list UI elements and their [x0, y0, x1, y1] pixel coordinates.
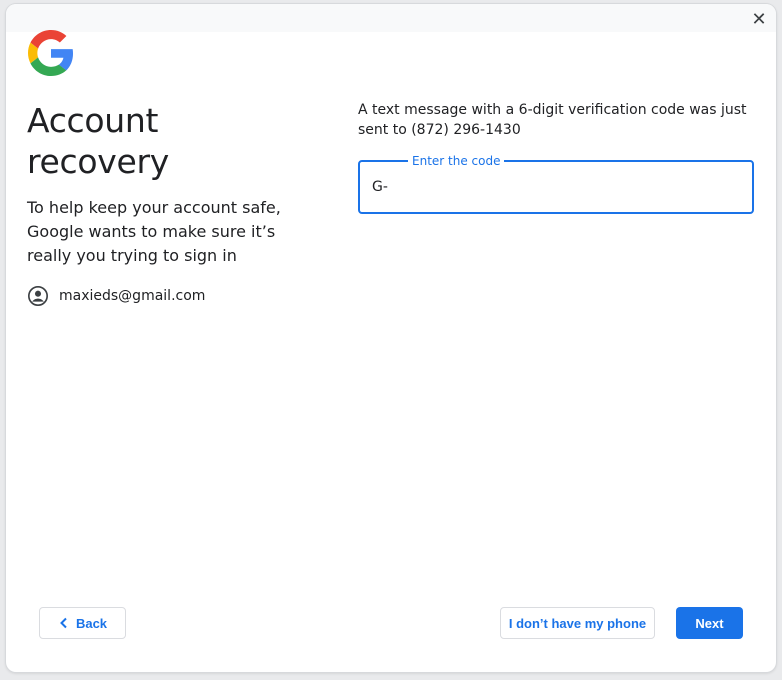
- back-button[interactable]: Back: [39, 607, 126, 639]
- account-circle-icon: [28, 286, 48, 306]
- close-icon[interactable]: ✕: [750, 10, 768, 28]
- code-field-label: Enter the code: [408, 153, 505, 169]
- next-button[interactable]: Next: [676, 607, 743, 639]
- back-button-label: Back: [75, 615, 108, 631]
- code-input[interactable]: [372, 174, 732, 200]
- verification-message: A text message with a 6-digit verificati…: [358, 102, 747, 138]
- chevron-left-icon: [60, 617, 67, 629]
- no-phone-button-label: I don’t have my phone: [508, 615, 647, 631]
- google-logo: [28, 30, 74, 76]
- account-recovery-dialog: ✕ Account recovery To help keep your acc…: [6, 4, 776, 672]
- account-chip: maxieds@gmail.com: [27, 285, 205, 307]
- code-field[interactable]: Enter the code: [358, 153, 754, 214]
- title-bar: ✕: [6, 4, 776, 32]
- no-phone-button[interactable]: I don’t have my phone: [500, 607, 655, 639]
- account-email: maxieds@gmail.com: [59, 288, 206, 304]
- page-subtitle: To help keep your account safe, Google w…: [27, 198, 281, 265]
- page-title: Account recovery: [27, 101, 170, 181]
- next-button-label: Next: [695, 615, 724, 631]
